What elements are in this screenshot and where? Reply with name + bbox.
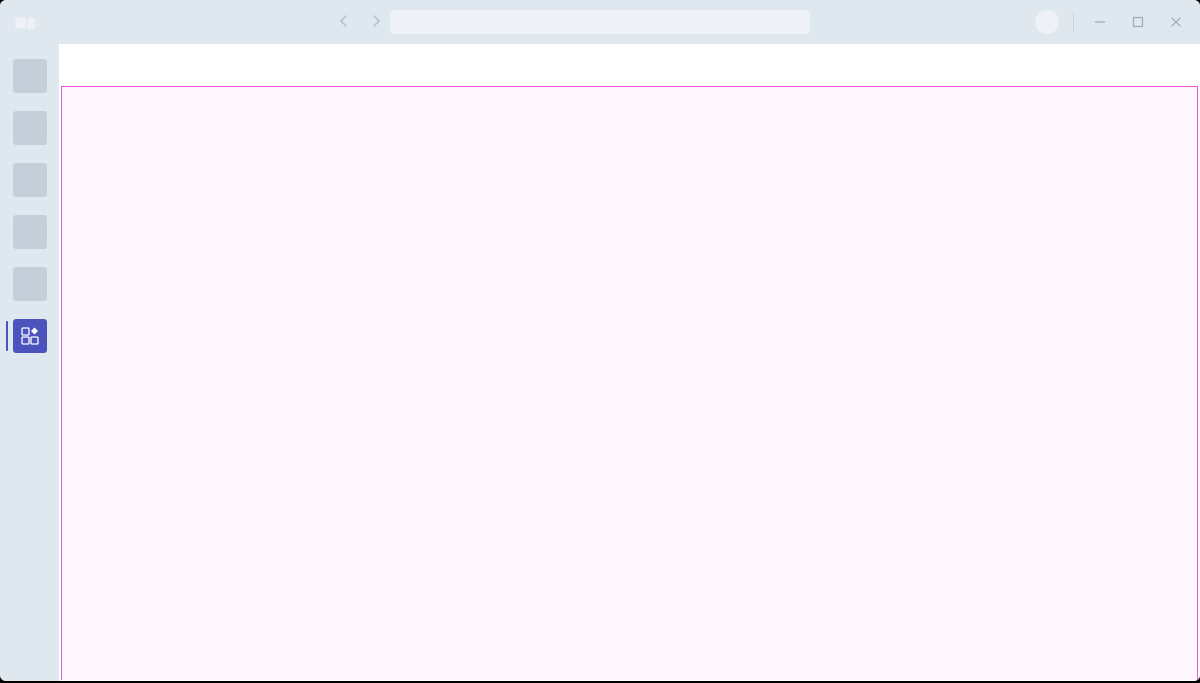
sidebar-item-activity[interactable]	[13, 59, 47, 93]
sidebar-item-apps[interactable]	[13, 319, 47, 353]
main-area	[59, 44, 1200, 681]
minimize-button[interactable]	[1088, 10, 1112, 34]
teams-logo-icon	[14, 14, 38, 32]
maximize-button[interactable]	[1126, 10, 1150, 34]
sidebar	[0, 44, 59, 681]
app-window	[0, 0, 1200, 681]
main-header	[59, 44, 1200, 86]
search-input[interactable]	[390, 10, 810, 34]
content-frame[interactable]	[61, 86, 1198, 680]
app-body	[0, 44, 1200, 681]
titlebar-right	[1035, 0, 1188, 44]
sidebar-item-teams[interactable]	[13, 163, 47, 197]
close-button[interactable]	[1164, 10, 1188, 34]
sidebar-item-chat[interactable]	[13, 111, 47, 145]
avatar[interactable]	[1035, 10, 1059, 34]
divider	[1073, 12, 1074, 32]
nav-back-button[interactable]	[336, 13, 352, 29]
nav-arrows	[336, 13, 384, 29]
sidebar-item-calls[interactable]	[13, 267, 47, 301]
apps-icon	[21, 327, 39, 345]
nav-forward-button[interactable]	[368, 13, 384, 29]
titlebar	[0, 0, 1200, 44]
sidebar-item-calendar[interactable]	[13, 215, 47, 249]
